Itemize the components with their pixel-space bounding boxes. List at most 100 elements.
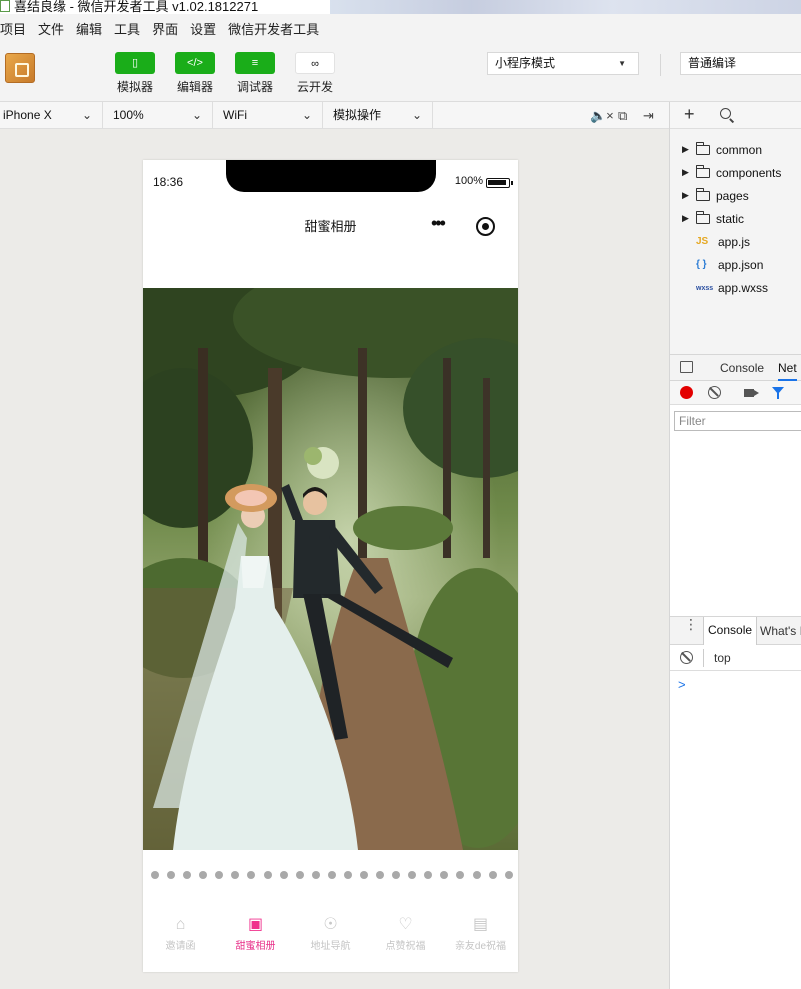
chevron-down-icon: ⌄ [411, 108, 422, 122]
tree-folder-pages[interactable]: ▶ pages [670, 186, 801, 209]
swiper-dot [504, 871, 513, 879]
folder-icon [696, 188, 710, 201]
filter-input[interactable]: Filter [674, 411, 801, 431]
compile-select[interactable]: 普通编译 [680, 52, 801, 75]
menu-view[interactable]: 界面 [152, 19, 178, 38]
window-detach-icon[interactable]: ⧉ [618, 108, 627, 124]
editor-label: 编辑器 [176, 80, 213, 94]
menu-edit[interactable]: 编辑 [76, 19, 102, 38]
tree-file-app-json[interactable]: { } app.json [670, 255, 801, 278]
filter-icon[interactable] [772, 387, 784, 399]
folder-icon [696, 142, 710, 155]
tab-like-label: 点赞祝福 [385, 941, 426, 952]
debugger-label: 调试器 [236, 80, 273, 94]
tab-navigation[interactable]: ☉ 地址导航 [293, 912, 368, 972]
zoom-value: 100% [113, 108, 144, 122]
drawer-tab-console[interactable]: Console [703, 617, 758, 645]
device-select[interactable]: iPhone X ⌄ [0, 102, 103, 129]
message-icon: ▤ [472, 916, 489, 933]
chevron-down-icon: ⌄ [81, 108, 92, 122]
menu-tools[interactable]: 工具 [114, 19, 140, 38]
tab-network[interactable]: Net [778, 361, 797, 381]
swiper-dot [183, 871, 192, 879]
json-file-icon: { } [696, 259, 707, 270]
main-toolbar: ▯ 模拟器 </> 编辑器 ≡ 调试器 ∞ 云开发 小程序模式 ▼ 普通编译 [0, 42, 801, 102]
mode-select-value: 小程序模式 [495, 56, 556, 70]
tree-folder-components[interactable]: ▶ components [670, 163, 801, 186]
operation-select[interactable]: 模拟操作 ⌄ [323, 102, 433, 129]
inspect-element-icon[interactable] [680, 361, 693, 373]
editor-toggle[interactable]: </> 编辑器 [175, 52, 215, 95]
swiper-dot [360, 871, 369, 879]
network-select[interactable]: WiFi ⌄ [213, 102, 323, 129]
desktop-background [330, 0, 801, 14]
network-value: WiFi [223, 108, 247, 122]
tab-console[interactable]: Console [720, 361, 764, 375]
simulator-toggle[interactable]: ▯ 模拟器 [115, 52, 155, 95]
menu-project[interactable]: 项目 [0, 19, 26, 38]
phone-notch [226, 160, 436, 192]
clear-icon[interactable] [708, 386, 721, 399]
screenshot-icon[interactable] [744, 389, 759, 397]
record-icon[interactable] [680, 386, 693, 399]
menu-settings[interactable]: 设置 [190, 19, 216, 38]
tree-folder-static[interactable]: ▶ static [670, 209, 801, 232]
folder-icon [696, 211, 710, 224]
tab-album[interactable]: ▣ 甜蜜相册 [218, 912, 293, 972]
user-avatar[interactable] [5, 53, 35, 83]
tab-album-label: 甜蜜相册 [235, 941, 276, 952]
zoom-select[interactable]: 100% ⌄ [103, 102, 213, 129]
window-title-bar: 喜结良缘 - 微信开发者工具 v1.02.1812271 [0, 0, 801, 14]
cloud-icon: ∞ [295, 52, 335, 74]
compile-select-value: 普通编译 [688, 56, 737, 70]
context-select[interactable]: top [714, 651, 731, 665]
cloud-dev-button[interactable]: ∞ 云开发 [295, 52, 335, 95]
tree-file-app-js[interactable]: JS app.js [670, 232, 801, 255]
divider [703, 649, 704, 667]
caret-right-icon: ▶ [682, 144, 689, 154]
file-tree: ▶ common ▶ components ▶ pages ▶ static J… [670, 140, 801, 301]
folder-name: static [716, 212, 745, 226]
drawer-tab-whatsnew[interactable]: What's I [760, 624, 801, 638]
console-context-bar: top [670, 645, 801, 671]
phone-icon: ▯ [115, 52, 155, 74]
clear-console-icon[interactable] [680, 651, 693, 664]
close-miniprogram-icon[interactable] [476, 217, 495, 236]
menu-file[interactable]: 文件 [38, 19, 64, 38]
tab-invitation-label: 邀请函 [165, 941, 196, 952]
tree-folder-common[interactable]: ▶ common [670, 140, 801, 163]
folder-icon [696, 165, 710, 178]
cloud-label: 云开发 [296, 80, 333, 94]
tree-file-app-wxss[interactable]: wxss app.wxss [670, 278, 801, 301]
caret-down-icon: ▼ [618, 59, 626, 68]
devtools-console-drawer: ⋮ Console What's I top > [670, 616, 801, 989]
swiper-dot [343, 871, 352, 879]
devtools-tabs: Console Net [670, 355, 801, 381]
swiper-dot [151, 871, 159, 879]
swiper-dot [263, 871, 272, 879]
tab-like[interactable]: ♡ 点赞祝福 [368, 912, 443, 972]
swiper-indicator [151, 871, 513, 879]
devtools-network-panel: Console Net Filter [670, 354, 801, 616]
mode-select[interactable]: 小程序模式 ▼ [487, 52, 639, 75]
wedding-photo-image [143, 288, 518, 850]
heart-icon: ♡ [398, 916, 413, 933]
tab-wishes[interactable]: ▤ 亲友de祝福 [443, 912, 518, 972]
file-name: app.wxss [718, 281, 769, 295]
swiper-dot [279, 871, 288, 879]
more-menu-icon[interactable]: ••• [431, 214, 446, 232]
tab-invitation[interactable]: ⌂ 邀请函 [143, 912, 218, 972]
panel-switch-icon[interactable]: ⇥ [643, 108, 654, 124]
console-prompt[interactable]: > [678, 677, 686, 692]
search-icon[interactable] [720, 108, 731, 119]
right-sidebar: + ▶ common ▶ components ▶ pages ▶ static… [669, 102, 801, 989]
add-file-icon[interactable]: + [684, 104, 695, 125]
debug-icon: ≡ [235, 52, 275, 74]
swiper-dot [376, 871, 385, 879]
debugger-toggle[interactable]: ≡ 调试器 [235, 52, 275, 95]
album-photo[interactable] [143, 288, 518, 850]
mute-icon[interactable]: 🔈× [590, 108, 614, 124]
menu-devtools[interactable]: 微信开发者工具 [228, 19, 319, 38]
swiper-dot [327, 871, 336, 879]
caret-right-icon: ▶ [682, 167, 689, 177]
